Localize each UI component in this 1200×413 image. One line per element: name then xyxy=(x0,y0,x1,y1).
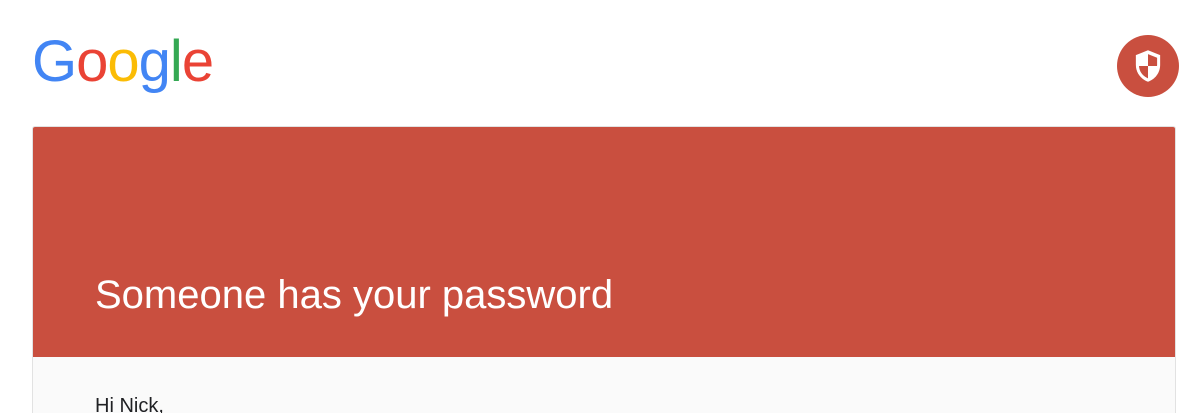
logo-letter-g1: G xyxy=(32,29,77,94)
logo-letter-e: e xyxy=(181,29,214,94)
alert-body: Hi Nick, xyxy=(33,357,1175,413)
logo-letter-o1: o xyxy=(76,29,108,94)
email-page: Google Someone has your password Hi Nick… xyxy=(0,0,1200,413)
email-header: Google xyxy=(0,0,1200,125)
security-badge xyxy=(1117,35,1179,97)
logo-letter-o2: o xyxy=(107,29,139,94)
greeting-text: Hi Nick, xyxy=(95,395,164,413)
alert-card: Someone has your password Hi Nick, xyxy=(32,126,1176,413)
alert-banner: Someone has your password xyxy=(33,127,1175,357)
shield-icon xyxy=(1135,50,1161,82)
logo-letter-l: l xyxy=(169,29,183,94)
google-logo: Google xyxy=(32,22,214,102)
alert-title: Someone has your password xyxy=(95,273,614,317)
logo-letter-g2: g xyxy=(138,29,171,94)
